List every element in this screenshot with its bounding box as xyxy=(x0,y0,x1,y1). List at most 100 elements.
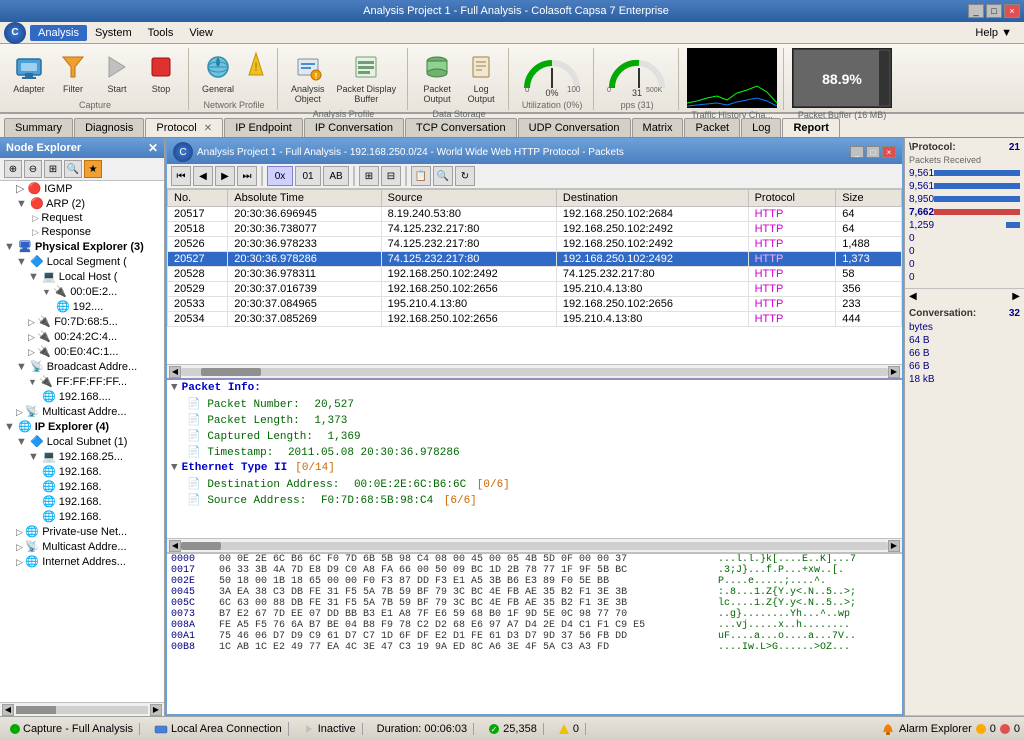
pw-view-txt[interactable]: AB xyxy=(323,166,349,186)
menu-help[interactable]: Help ▼ xyxy=(967,25,1020,41)
pw-copy[interactable]: 📋 xyxy=(411,166,431,186)
ne-multicast[interactable]: ▷ 📡 Multicast Addre... xyxy=(0,404,164,419)
packet-display-buffer-button[interactable]: Packet DisplayBuffer xyxy=(332,48,402,107)
table-row[interactable]: 2052620:30:36.97823374.125.232.217:80192… xyxy=(168,237,902,252)
table-row[interactable]: 2052720:30:36.97828674.125.232.217:80192… xyxy=(168,252,902,267)
scroll-thumb[interactable] xyxy=(201,368,261,376)
ne-ip7[interactable]: 🌐 192.168. xyxy=(0,509,164,524)
ne-request[interactable]: ▷ Request xyxy=(0,211,164,225)
tab-ip-conversation[interactable]: IP Conversation xyxy=(304,118,404,137)
start-button[interactable]: Start xyxy=(96,48,138,97)
tab-udp-conversation[interactable]: UDP Conversation xyxy=(518,118,631,137)
pw-view-dec[interactable]: 01 xyxy=(295,166,321,186)
ne-tool-1[interactable]: ⊕ xyxy=(4,160,22,178)
ne-mac4[interactable]: ▷ 🔌 00:E0:4C:1... xyxy=(0,344,164,359)
ne-mac5[interactable]: ▼ 🔌 FF:FF:FF:FF... xyxy=(0,374,164,389)
detail-expand[interactable]: ▼ xyxy=(171,382,178,394)
ne-multicast2[interactable]: ▷ 📡 Multicast Addre... xyxy=(0,539,164,554)
pw-close[interactable]: × xyxy=(882,146,896,158)
tab-summary[interactable]: Summary xyxy=(4,118,73,137)
detail-scrollbar[interactable]: ◀ ▶ xyxy=(167,538,902,552)
ne-mac3[interactable]: ▷ 🔌 00:24:2C:4... xyxy=(0,329,164,344)
ne-tool-4[interactable]: 🔍 xyxy=(64,160,82,178)
tab-report[interactable]: Report xyxy=(782,118,839,137)
stop-button[interactable]: Stop xyxy=(140,48,182,97)
pw-minimize[interactable]: _ xyxy=(850,146,864,158)
filter-button[interactable]: Filter xyxy=(52,48,94,97)
warning-button[interactable]: ! xyxy=(241,48,271,82)
packet-table-scrollbar[interactable]: ◀ ▶ xyxy=(167,364,902,378)
detail-scroll-right[interactable]: ▶ xyxy=(888,540,900,552)
maximize-button[interactable]: □ xyxy=(986,4,1002,18)
pw-nav-last[interactable]: ⏭ xyxy=(237,166,257,186)
ne-ip6[interactable]: 🌐 192.168. xyxy=(0,494,164,509)
ne-private[interactable]: ▷ 🌐 Private-use Net... xyxy=(0,524,164,539)
table-row[interactable]: 2051820:30:36.73807774.125.232.217:80192… xyxy=(168,222,902,237)
col-time[interactable]: Absolute Time xyxy=(228,190,381,207)
pw-layout-1[interactable]: ⊞ xyxy=(359,166,379,186)
ne-arp[interactable]: ▼ 🔴 ARP (2) xyxy=(0,196,164,211)
menu-system[interactable]: System xyxy=(87,25,140,41)
ne-ip1[interactable]: 🌐 192.... xyxy=(0,299,164,314)
ne-ip2[interactable]: 🌐 192.168.... xyxy=(0,389,164,404)
ne-scroll-left[interactable]: ◀ xyxy=(2,704,14,716)
menu-view[interactable]: View xyxy=(181,25,221,41)
col-size[interactable]: Size xyxy=(836,190,902,207)
ne-ip-explorer[interactable]: ▼ 🌐 IP Explorer (4) xyxy=(0,419,164,434)
menu-tools[interactable]: Tools xyxy=(140,25,182,41)
scroll-arrow-left[interactable]: ◀ xyxy=(169,366,181,378)
pw-maximize[interactable]: □ xyxy=(866,146,880,158)
close-button[interactable]: × xyxy=(1004,4,1020,18)
ne-mac1[interactable]: ▼ 🔌 00:0E:2... xyxy=(0,284,164,299)
col-source[interactable]: Source xyxy=(381,190,556,207)
pw-find[interactable]: 🔍 xyxy=(433,166,453,186)
tab-tcp-conversation[interactable]: TCP Conversation xyxy=(405,118,517,137)
tab-packet[interactable]: Packet xyxy=(684,118,740,137)
ne-internet[interactable]: ▷ 🌐 Internet Addres... xyxy=(0,554,164,569)
col-dest[interactable]: Destination xyxy=(556,190,748,207)
table-row[interactable]: 2053420:30:37.085269192.168.250.102:2656… xyxy=(168,312,902,327)
tab-ip-endpoint[interactable]: IP Endpoint xyxy=(224,118,303,137)
pw-nav-fwd[interactable]: ▶ xyxy=(215,166,235,186)
ne-ip5[interactable]: 🌐 192.168. xyxy=(0,479,164,494)
ne-local-segment[interactable]: ▼ 🔷 Local Segment ( xyxy=(0,254,164,269)
table-row[interactable]: 2053320:30:37.084965195.210.4.13:80192.1… xyxy=(168,297,902,312)
ne-local-host[interactable]: ▼ 💻 Local Host ( xyxy=(0,269,164,284)
rp-scroll-up[interactable]: ◀ xyxy=(909,291,917,302)
node-explorer-close[interactable]: ✕ xyxy=(148,141,158,155)
pw-nav-prev[interactable]: ⏮ xyxy=(171,166,191,186)
rp-scroll-down[interactable]: ▶ xyxy=(1012,291,1020,302)
pw-view-hex[interactable]: 0x xyxy=(267,166,293,186)
ne-ip4[interactable]: 🌐 192.168. xyxy=(0,464,164,479)
ne-scroll-right[interactable]: ▶ xyxy=(150,704,162,716)
general-button[interactable]: General xyxy=(197,48,239,97)
pw-layout-2[interactable]: ⊟ xyxy=(381,166,401,186)
ne-tool-3[interactable]: ⊞ xyxy=(44,160,62,178)
ne-subnet-ip[interactable]: ▼ 💻 192.168.25... xyxy=(0,449,164,464)
detail-scroll-left[interactable]: ◀ xyxy=(169,540,181,552)
pw-refresh[interactable]: ↻ xyxy=(455,166,475,186)
tab-protocol[interactable]: Protocol ✕ xyxy=(145,118,223,137)
ne-local-subnet[interactable]: ▼ 🔷 Local Subnet (1) xyxy=(0,434,164,449)
detail-eth-expand[interactable]: ▼ xyxy=(171,462,178,474)
minimize-button[interactable]: _ xyxy=(968,4,984,18)
col-no[interactable]: No. xyxy=(168,190,228,207)
packet-output-button[interactable]: PacketOutput xyxy=(416,48,458,107)
tab-diagnosis[interactable]: Diagnosis xyxy=(74,118,144,137)
table-row[interactable]: 2051720:30:36.6969458.19.240.53:80192.16… xyxy=(168,207,902,222)
analysis-object-button[interactable]: ! AnalysisObject xyxy=(286,48,330,107)
ne-igmp[interactable]: ▷ 🔴 IGMP xyxy=(0,181,164,196)
ne-tool-5[interactable]: ★ xyxy=(84,160,102,178)
table-row[interactable]: 2052920:30:37.016739192.168.250.102:2656… xyxy=(168,282,902,297)
ne-broadcast[interactable]: ▼ 📡 Broadcast Addre... xyxy=(0,359,164,374)
tab-matrix[interactable]: Matrix xyxy=(632,118,684,137)
col-protocol[interactable]: Protocol xyxy=(748,190,836,207)
tab-log[interactable]: Log xyxy=(741,118,781,137)
ne-response[interactable]: ▷ Response xyxy=(0,225,164,239)
pw-nav-back[interactable]: ◀ xyxy=(193,166,213,186)
ne-physical-explorer[interactable]: ▼ 🖥 Physical Explorer (3) xyxy=(0,239,164,254)
ne-mac2[interactable]: ▷ 🔌 F0:7D:68:5... xyxy=(0,314,164,329)
menu-analysis[interactable]: Analysis xyxy=(30,25,87,41)
log-output-button[interactable]: LogOutput xyxy=(460,48,502,107)
ne-tool-2[interactable]: ⊖ xyxy=(24,160,42,178)
